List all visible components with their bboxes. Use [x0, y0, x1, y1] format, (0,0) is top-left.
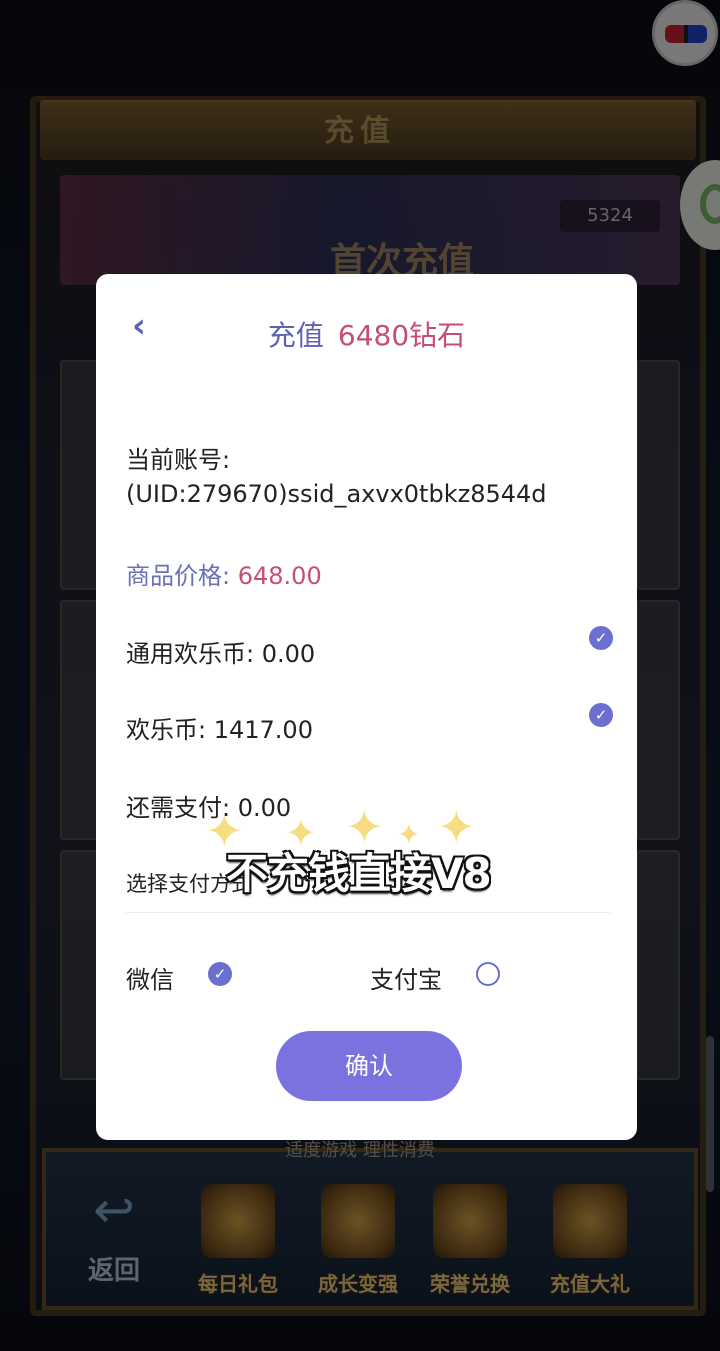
price-value: 648.00 [237, 562, 322, 590]
wechat-radio[interactable]: ✓ [208, 962, 232, 986]
confirm-button[interactable]: 确认 [276, 1031, 462, 1101]
title-prefix: 充值 [267, 319, 324, 352]
general-coin-checkbox[interactable]: ✓ [589, 626, 613, 650]
account-value: (UID:279670)ssid_axvx0tbkz8544d [126, 480, 547, 508]
alipay-radio[interactable] [476, 962, 500, 986]
coin-checkbox[interactable]: ✓ [589, 703, 613, 727]
recharge-dialog: ‹ 充值 6480钻石 当前账号: (UID:279670)ssid_axvx0t… [96, 274, 637, 1140]
general-coin-balance: 通用欢乐币: 0.00 [126, 640, 316, 668]
account-label: 当前账号: [126, 446, 231, 474]
video-caption: 不充钱直接V8 [226, 849, 492, 898]
alipay-label: 支付宝 [370, 966, 442, 994]
divider [126, 912, 610, 913]
price-label: 商品价格: [126, 562, 231, 590]
title-product: 6480钻石 [337, 319, 466, 352]
coin-balance: 欢乐币: 1417.00 [126, 716, 313, 744]
dialog-title: 充值 6480钻石 [96, 314, 637, 354]
price-row: 商品价格: 648.00 [126, 556, 322, 591]
wechat-label: 微信 [126, 966, 174, 994]
